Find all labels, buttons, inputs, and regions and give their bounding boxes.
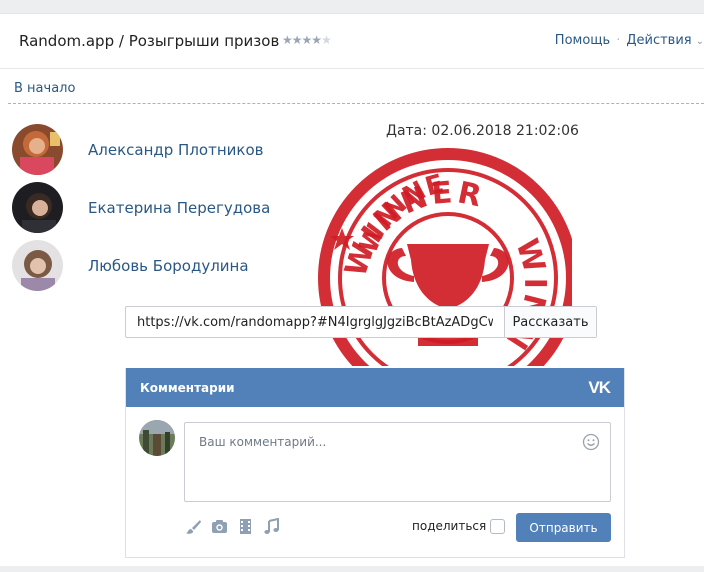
star-icon: ★ — [291, 33, 303, 47]
share-url-field[interactable] — [126, 307, 504, 337]
winner-row: Любовь Бородулина — [12, 240, 249, 291]
draw-date: Дата: 02.06.2018 21:02:06 — [386, 123, 579, 139]
share-label: поделиться — [412, 519, 487, 533]
star-empty-icon: ★ — [321, 33, 332, 47]
winner-name[interactable]: Александр Плотников — [88, 141, 263, 159]
share-checkbox[interactable] — [490, 519, 505, 534]
avatar[interactable] — [12, 182, 63, 233]
video-icon[interactable] — [237, 518, 254, 535]
chevron-down-icon: ⌄ — [695, 36, 704, 47]
winner-name[interactable]: Любовь Бородулина — [88, 257, 249, 275]
send-button[interactable]: Отправить — [516, 513, 611, 542]
actions-label: Действия — [626, 33, 692, 48]
brush-icon[interactable] — [185, 518, 202, 535]
winner-row: Екатерина Перегудова — [12, 182, 270, 233]
separator: · — [616, 33, 621, 48]
comment-input[interactable] — [185, 423, 610, 501]
winner-name[interactable]: Екатерина Перегудова — [88, 199, 270, 217]
share-row: Рассказать — [125, 306, 597, 338]
winner-row: Александр Плотников — [12, 124, 263, 175]
share-button[interactable]: Рассказать — [504, 307, 596, 337]
bottom-strip — [0, 566, 704, 572]
avatar[interactable] — [12, 240, 63, 291]
rating-stars[interactable]: ★★★★★ — [282, 33, 332, 47]
star-icon: ★ — [282, 33, 293, 47]
camera-icon[interactable] — [211, 518, 228, 535]
app-header: Random.app / Розыгрыши призов ★★★★★ Помо… — [0, 14, 704, 69]
top-strip — [0, 0, 704, 14]
vk-logo-icon[interactable]: VK — [588, 378, 611, 398]
star-icon: ★ — [311, 33, 322, 47]
app-title: Random.app / Розыгрыши призов — [19, 32, 280, 50]
comments-header: Комментарии VK — [126, 368, 624, 407]
star-icon: ★ — [301, 33, 313, 47]
current-user-avatar[interactable] — [139, 420, 175, 456]
avatar[interactable] — [12, 124, 63, 175]
divider — [8, 103, 704, 104]
back-link[interactable]: В начало — [14, 81, 75, 96]
smile-icon[interactable] — [582, 433, 600, 455]
header-links: Помощь · Действия ⌄ — [555, 33, 704, 48]
attachment-tools — [185, 518, 280, 535]
help-link[interactable]: Помощь — [555, 33, 610, 48]
comment-box — [184, 422, 611, 502]
comments-widget: Комментарии VK Ваш комментарий... подели… — [125, 368, 625, 558]
actions-menu[interactable]: Действия ⌄ — [626, 33, 704, 48]
comments-title: Комментарии — [140, 380, 235, 395]
music-icon[interactable] — [263, 518, 280, 535]
